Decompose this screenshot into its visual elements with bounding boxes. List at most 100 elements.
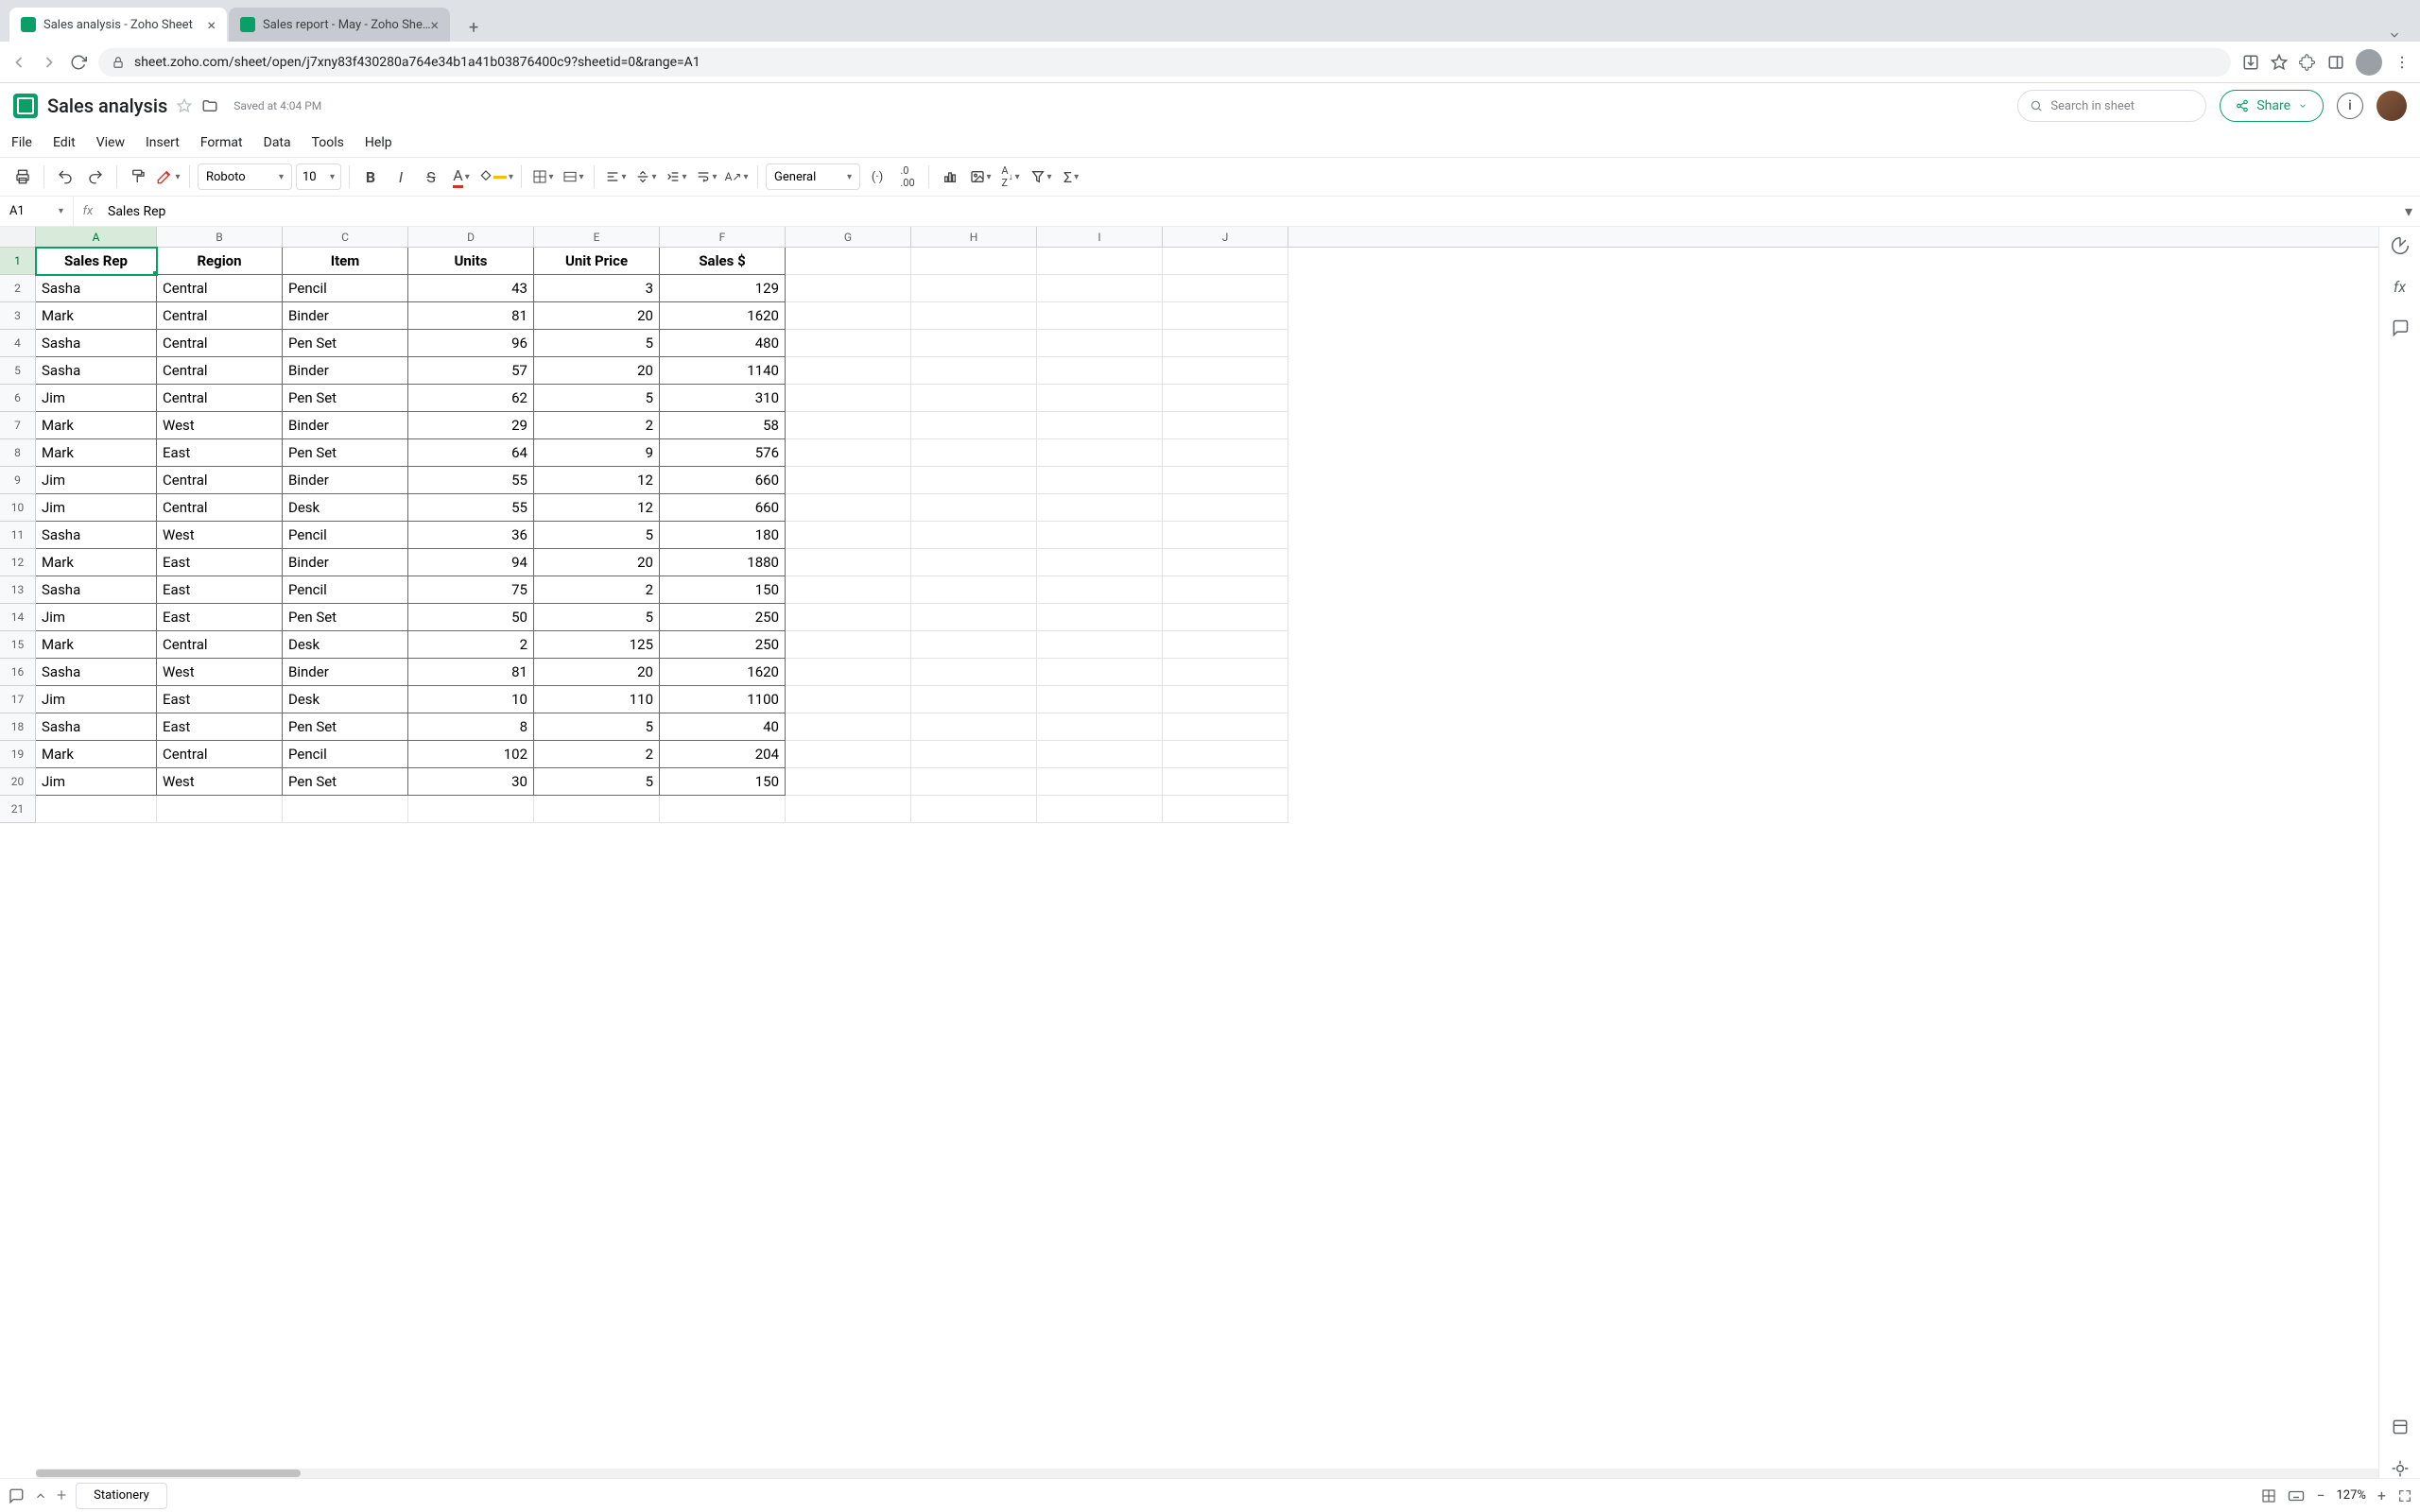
row-header[interactable]: 17 <box>0 686 36 713</box>
url-input[interactable]: sheet.zoho.com/sheet/open/j7xny83f430280… <box>98 48 2231 77</box>
row-header[interactable]: 11 <box>0 522 36 549</box>
forward-icon[interactable] <box>40 53 59 72</box>
cell[interactable]: Desk <box>283 686 408 713</box>
cell[interactable]: Central <box>157 467 283 494</box>
cell[interactable] <box>911 302 1037 330</box>
row-header[interactable]: 10 <box>0 494 36 522</box>
bold-icon[interactable]: B <box>357 163 384 191</box>
cell[interactable]: Mark <box>36 549 157 576</box>
cell[interactable]: 110 <box>534 686 660 713</box>
search-input[interactable]: Search in sheet <box>2017 90 2206 122</box>
tabs-dropdown-icon[interactable] <box>2378 28 2411 42</box>
cell[interactable] <box>1163 467 1288 494</box>
cell[interactable]: 62 <box>408 385 534 412</box>
cell[interactable]: Central <box>157 357 283 385</box>
close-icon[interactable]: × <box>431 16 440 34</box>
cell[interactable]: Sasha <box>36 275 157 302</box>
cell[interactable]: 250 <box>660 631 786 659</box>
cell[interactable] <box>1037 604 1163 631</box>
row-header[interactable]: 12 <box>0 549 36 576</box>
cell[interactable]: 5 <box>534 330 660 357</box>
cell[interactable]: 96 <box>408 330 534 357</box>
kebab-menu-icon[interactable] <box>2394 54 2411 71</box>
back-icon[interactable] <box>9 53 28 72</box>
cell[interactable] <box>1163 576 1288 604</box>
cell[interactable] <box>1163 330 1288 357</box>
cell[interactable]: West <box>157 659 283 686</box>
cell[interactable]: Mark <box>36 631 157 659</box>
cell[interactable]: Mark <box>36 439 157 467</box>
paint-format-icon[interactable] <box>125 163 151 191</box>
cell[interactable]: Binder <box>283 357 408 385</box>
cell[interactable] <box>1037 385 1163 412</box>
cell[interactable]: 12 <box>534 467 660 494</box>
add-sheet-icon[interactable]: + <box>57 1486 66 1505</box>
cell[interactable] <box>911 741 1037 768</box>
sort-icon[interactable]: AZ↓▾ <box>997 163 1024 191</box>
cell[interactable]: Binder <box>283 467 408 494</box>
cell[interactable]: Sasha <box>36 357 157 385</box>
cell[interactable] <box>911 248 1037 275</box>
cell[interactable] <box>157 796 283 823</box>
cell[interactable] <box>408 796 534 823</box>
version-history-icon[interactable] <box>2391 1418 2410 1436</box>
cell[interactable] <box>1163 713 1288 741</box>
cell[interactable] <box>1163 604 1288 631</box>
cell[interactable] <box>786 768 911 796</box>
cell[interactable]: Pen Set <box>283 713 408 741</box>
font-size-select[interactable]: 10▾ <box>296 163 341 190</box>
cell[interactable] <box>911 467 1037 494</box>
undo-icon[interactable] <box>52 163 78 191</box>
cell[interactable]: 2 <box>534 412 660 439</box>
scrollbar-thumb[interactable] <box>36 1469 301 1477</box>
column-header-A[interactable]: A <box>36 227 157 247</box>
decimal-icon[interactable]: .0.00 <box>894 163 921 191</box>
cell[interactable]: East <box>157 439 283 467</box>
new-tab-button[interactable]: + <box>459 13 488 42</box>
cell[interactable]: 180 <box>660 522 786 549</box>
cell[interactable]: Jim <box>36 686 157 713</box>
cell[interactable]: 5 <box>534 522 660 549</box>
cell[interactable]: West <box>157 412 283 439</box>
font-select[interactable]: Roboto▾ <box>198 163 292 190</box>
row-header[interactable]: 14 <box>0 604 36 631</box>
column-header-H[interactable]: H <box>911 227 1037 247</box>
cell[interactable] <box>911 659 1037 686</box>
browser-tab-inactive[interactable]: Sales report - May - Zoho She… × <box>229 8 450 42</box>
row-header[interactable]: 8 <box>0 439 36 467</box>
wrap-icon[interactable]: ▾ <box>693 163 719 191</box>
valign-icon[interactable]: ▾ <box>632 163 659 191</box>
cell[interactable]: 1620 <box>660 659 786 686</box>
cell[interactable]: 55 <box>408 494 534 522</box>
borders-icon[interactable]: ▾ <box>529 163 556 191</box>
comments-icon[interactable] <box>2391 318 2410 337</box>
document-title[interactable]: Sales analysis <box>47 94 167 117</box>
cell[interactable]: 5 <box>534 768 660 796</box>
cell[interactable]: 64 <box>408 439 534 467</box>
cell[interactable]: 150 <box>660 768 786 796</box>
cell[interactable] <box>786 330 911 357</box>
grid-view-icon[interactable] <box>2261 1488 2276 1503</box>
cell[interactable] <box>911 412 1037 439</box>
cell[interactable] <box>1163 631 1288 659</box>
print-icon[interactable] <box>9 163 36 191</box>
cell[interactable]: East <box>157 686 283 713</box>
text-rotation-icon[interactable]: A↗▾ <box>723 163 750 191</box>
cell[interactable]: West <box>157 522 283 549</box>
cell[interactable]: Pen Set <box>283 330 408 357</box>
reload-icon[interactable] <box>70 54 87 71</box>
cell[interactable]: 50 <box>408 604 534 631</box>
cell[interactable] <box>786 686 911 713</box>
cell[interactable]: 5 <box>534 604 660 631</box>
cell[interactable]: 9 <box>534 439 660 467</box>
cell[interactable]: Central <box>157 302 283 330</box>
cell[interactable]: Central <box>157 330 283 357</box>
explore-icon[interactable] <box>2391 236 2410 255</box>
cell[interactable]: 250 <box>660 604 786 631</box>
install-icon[interactable] <box>2242 54 2259 71</box>
cell[interactable]: Pen Set <box>283 385 408 412</box>
sum-icon[interactable]: Σ▾ <box>1058 163 1084 191</box>
cell[interactable] <box>1037 549 1163 576</box>
cell[interactable]: 20 <box>534 549 660 576</box>
row-header[interactable]: 21 <box>0 796 36 823</box>
